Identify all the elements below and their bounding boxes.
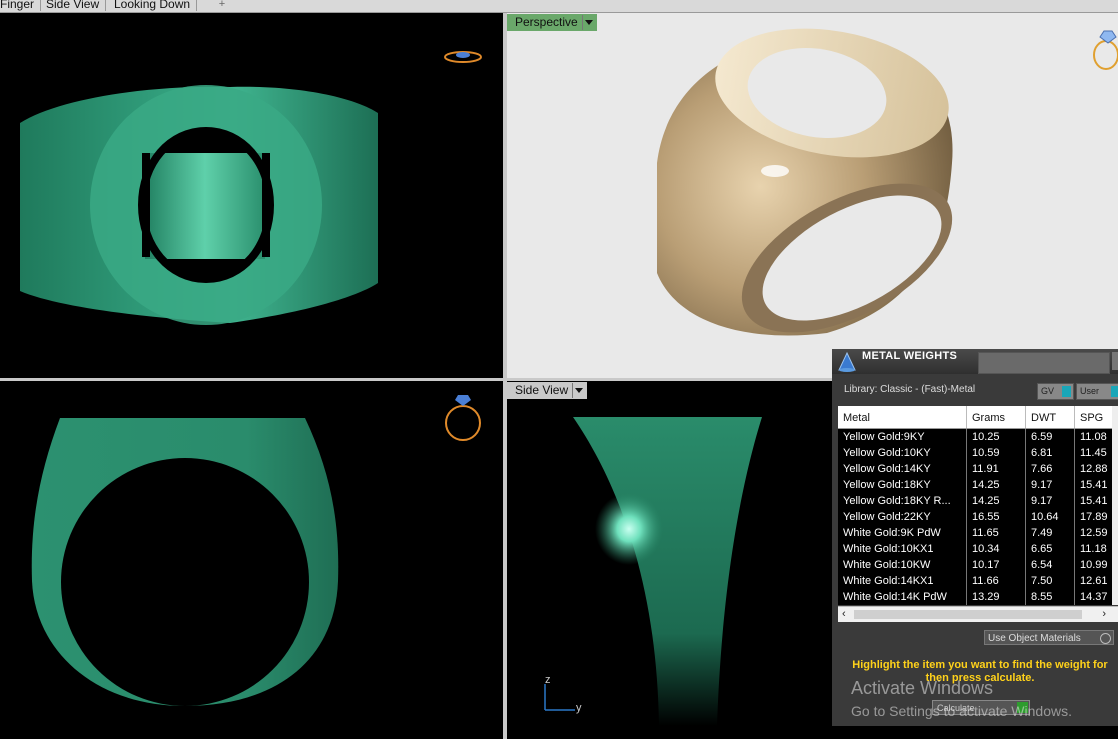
cell-dwt: 8.55 bbox=[1026, 589, 1075, 605]
gv-toggle-label: GV bbox=[1041, 386, 1055, 396]
toggle-indicator-icon bbox=[1111, 386, 1118, 397]
radio-icon[interactable] bbox=[1100, 633, 1111, 644]
table-horizontal-scrollbar[interactable]: ‹ › bbox=[838, 606, 1118, 622]
tab-side-view[interactable]: Side View bbox=[46, 0, 107, 11]
tab-finger[interactable]: Finger bbox=[0, 0, 42, 11]
library-label: Library: Classic - (Fast)-Metal bbox=[844, 384, 976, 395]
scroll-right-icon[interactable]: › bbox=[1102, 607, 1106, 622]
cell-dwt: 6.59 bbox=[1026, 429, 1075, 445]
ring-top-render bbox=[20, 85, 378, 325]
calculate-button[interactable]: Calculate bbox=[932, 700, 1030, 715]
cell-metal: White Gold:10KW bbox=[838, 557, 967, 573]
viewport-looking-down[interactable] bbox=[0, 13, 503, 378]
cell-metal: Yellow Gold:9KY bbox=[838, 429, 967, 445]
calculate-label: Calculate bbox=[937, 703, 975, 713]
instruction-text: Highlight the item you want to find the … bbox=[852, 659, 1108, 684]
col-header-dwt[interactable]: DWT bbox=[1026, 406, 1075, 428]
table-row[interactable]: White Gold:14K PdW 13.29 8.55 14.37 bbox=[838, 589, 1118, 605]
cell-grams: 16.55 bbox=[967, 509, 1026, 525]
ring-orientation-icon[interactable] bbox=[443, 46, 483, 68]
ring-perspective-render bbox=[657, 28, 953, 336]
play-icon bbox=[1017, 702, 1028, 713]
table-row[interactable]: Yellow Gold:22KY 16.55 10.64 17.89 bbox=[838, 509, 1118, 526]
table-row[interactable]: Yellow Gold:18KY 14.25 9.17 15.41 bbox=[838, 477, 1118, 494]
cell-grams: 11.91 bbox=[967, 461, 1026, 477]
use-object-materials-option[interactable]: Use Object Materials bbox=[984, 630, 1114, 645]
ring-front-render bbox=[31, 418, 339, 706]
cell-grams: 11.66 bbox=[967, 573, 1026, 589]
ring-orientation-icon[interactable] bbox=[1090, 29, 1118, 73]
cell-dwt: 6.54 bbox=[1026, 557, 1075, 573]
viewport-perspective[interactable]: Perspective bbox=[507, 13, 1118, 378]
cell-dwt: 6.81 bbox=[1026, 445, 1075, 461]
user-toggle-label: User bbox=[1080, 386, 1100, 396]
scroll-thumb[interactable] bbox=[854, 610, 1082, 619]
cell-dwt: 10.64 bbox=[1026, 509, 1075, 525]
table-row[interactable]: Yellow Gold:18KY R... 14.25 9.17 15.41 bbox=[838, 493, 1118, 510]
cell-dwt: 9.17 bbox=[1026, 477, 1075, 493]
table-row[interactable]: White Gold:9K PdW 11.65 7.49 12.59 bbox=[838, 525, 1118, 542]
cell-grams: 10.34 bbox=[967, 541, 1026, 557]
cell-metal: Yellow Gold:22KY bbox=[838, 509, 967, 525]
table-vertical-scrollbar[interactable] bbox=[1112, 406, 1118, 605]
ring-orientation-icon[interactable] bbox=[443, 391, 483, 443]
panel-header: METAL WEIGHTS bbox=[832, 349, 1118, 374]
table-row[interactable]: White Gold:10KW 10.17 6.54 10.99 bbox=[838, 557, 1118, 574]
scroll-left-icon[interactable]: ‹ bbox=[842, 607, 846, 622]
metal-table: Metal Grams DWT SPG Yellow Gold:9KY 10.25… bbox=[838, 406, 1118, 605]
cell-grams: 10.17 bbox=[967, 557, 1026, 573]
cell-dwt: 7.49 bbox=[1026, 525, 1075, 541]
table-header: Metal Grams DWT SPG bbox=[838, 406, 1118, 429]
cell-metal: White Gold:10KX1 bbox=[838, 541, 967, 557]
table-row[interactable]: White Gold:14KX1 11.66 7.50 12.61 bbox=[838, 573, 1118, 590]
metal-weights-icon bbox=[836, 351, 858, 373]
cell-grams: 14.25 bbox=[967, 477, 1026, 493]
cell-metal: Yellow Gold:14KY bbox=[838, 461, 967, 477]
cell-grams: 14.25 bbox=[967, 493, 1026, 509]
cell-metal: White Gold:14KX1 bbox=[838, 573, 967, 589]
panel-tab-end bbox=[1112, 352, 1118, 370]
use-object-materials-label: Use Object Materials bbox=[988, 633, 1081, 644]
tab-looking-down[interactable]: Looking Down bbox=[114, 0, 198, 11]
table-row[interactable]: Yellow Gold:14KY 11.91 7.66 12.88 bbox=[838, 461, 1118, 478]
cell-grams: 13.29 bbox=[967, 589, 1026, 605]
cell-metal: Yellow Gold:18KY bbox=[838, 477, 967, 493]
cell-grams: 10.59 bbox=[967, 445, 1026, 461]
col-header-grams[interactable]: Grams bbox=[967, 406, 1026, 428]
user-toggle[interactable]: User bbox=[1076, 383, 1118, 400]
cell-dwt: 7.50 bbox=[1026, 573, 1075, 589]
metal-weights-panel: METAL WEIGHTS Library: Classic - (Fast)-… bbox=[832, 349, 1118, 726]
cell-metal: White Gold:14K PdW bbox=[838, 589, 967, 605]
cell-grams: 10.25 bbox=[967, 429, 1026, 445]
col-header-metal[interactable]: Metal bbox=[838, 406, 967, 428]
cell-grams: 11.65 bbox=[967, 525, 1026, 541]
axis-y-label: y bbox=[576, 702, 582, 714]
table-row[interactable]: White Gold:10KX1 10.34 6.65 11.18 bbox=[838, 541, 1118, 558]
axis-z-label: z bbox=[545, 674, 551, 686]
cell-dwt: 6.65 bbox=[1026, 541, 1075, 557]
plus-icon[interactable]: + bbox=[213, 0, 231, 10]
viewport-finger[interactable] bbox=[0, 381, 503, 739]
axis-indicator: z y bbox=[541, 674, 591, 716]
panel-tab-area bbox=[978, 352, 1110, 374]
cell-metal: Yellow Gold:10KY bbox=[838, 445, 967, 461]
view-tab-strip: Finger Side View Looking Down + bbox=[0, 0, 1118, 13]
cell-metal: White Gold:9K PdW bbox=[838, 525, 967, 541]
cell-dwt: 9.17 bbox=[1026, 493, 1075, 509]
gv-toggle[interactable]: GV bbox=[1037, 383, 1074, 400]
table-row[interactable]: Yellow Gold:9KY 10.25 6.59 11.08 bbox=[838, 429, 1118, 446]
toggle-indicator-icon bbox=[1062, 386, 1071, 397]
table-row[interactable]: Yellow Gold:10KY 10.59 6.81 11.45 bbox=[838, 445, 1118, 462]
cell-metal: Yellow Gold:18KY R... bbox=[838, 493, 967, 509]
cell-dwt: 7.66 bbox=[1026, 461, 1075, 477]
panel-title: METAL WEIGHTS bbox=[862, 350, 958, 362]
